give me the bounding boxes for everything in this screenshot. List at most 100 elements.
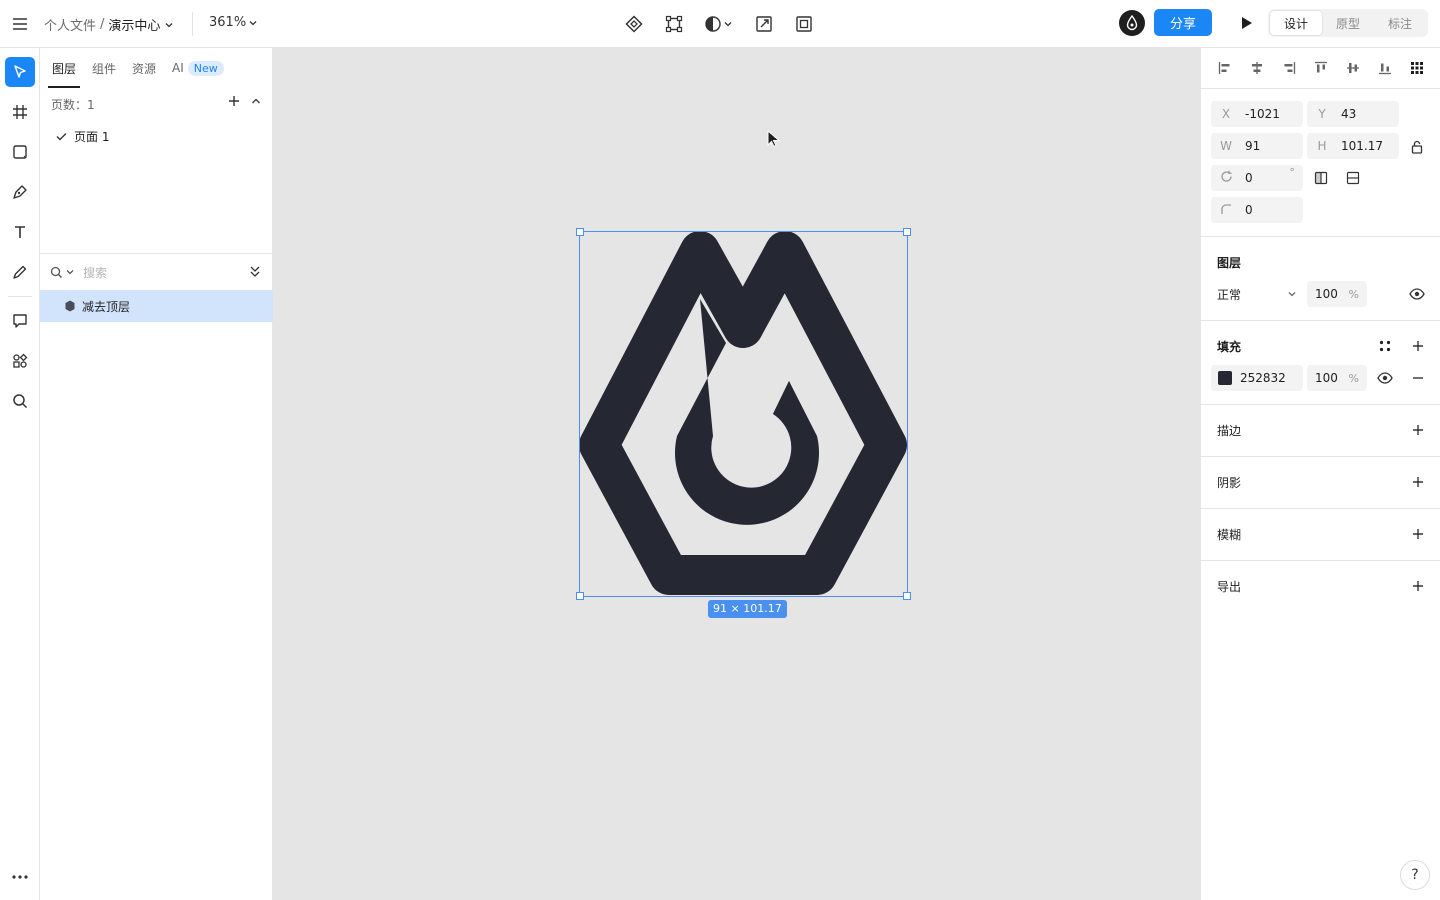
corner-radius-field[interactable]: 0	[1211, 197, 1303, 223]
eye-icon[interactable]	[1407, 284, 1427, 304]
search-input[interactable]: 搜索	[83, 264, 107, 281]
layer-item[interactable]: 减去顶层	[40, 290, 273, 322]
collapse-all-icon[interactable]	[249, 264, 261, 278]
resize-handle[interactable]	[576, 592, 584, 600]
panel-tabs: 图层 组件 资源 AI New	[40, 48, 273, 88]
divider	[1201, 88, 1440, 89]
text-tool-icon[interactable]	[5, 217, 35, 247]
breadcrumb-parent[interactable]: 个人文件	[44, 15, 96, 34]
fill-section-title: 填充	[1217, 340, 1242, 354]
pen-tool-icon[interactable]	[5, 177, 35, 207]
fill-hex-value[interactable]: 252832	[1240, 371, 1286, 385]
frame-tool-icon[interactable]	[5, 97, 35, 127]
add-export-icon[interactable]	[1410, 578, 1426, 594]
tab-annotate[interactable]: 标注	[1374, 11, 1426, 35]
rotation-icon	[1215, 170, 1237, 186]
layer-name: 减去顶层	[82, 299, 131, 314]
align-center-h-icon[interactable]	[1245, 56, 1269, 80]
resize-handle[interactable]	[903, 228, 911, 236]
layer-search[interactable]: 搜索	[40, 258, 273, 286]
user-avatar[interactable]	[1119, 10, 1145, 36]
add-stroke-icon[interactable]	[1410, 422, 1426, 438]
pages-count: 页数：1	[51, 97, 95, 112]
width-field[interactable]: W 91	[1211, 133, 1303, 159]
style-grid-icon[interactable]	[1375, 336, 1395, 356]
tab-ai-label: AI	[172, 61, 184, 75]
align-right-icon[interactable]	[1277, 56, 1301, 80]
h-value[interactable]: 101.17	[1341, 139, 1383, 153]
fill-opacity-field[interactable]: 100 %	[1307, 365, 1367, 391]
search-tool-icon[interactable]	[5, 386, 35, 416]
tab-layers[interactable]: 图层	[44, 48, 84, 88]
play-icon[interactable]	[1236, 12, 1258, 34]
flip-vertical-icon[interactable]	[1343, 168, 1363, 188]
boolean-layer-icon	[65, 300, 75, 312]
align-middle-v-icon[interactable]	[1341, 56, 1365, 80]
divider	[1201, 508, 1440, 509]
boolean-mask-icon[interactable]	[702, 12, 736, 36]
remove-fill-icon[interactable]	[1410, 370, 1426, 386]
tab-prototype[interactable]: 原型	[1322, 11, 1374, 35]
divider	[1201, 560, 1440, 561]
rotation-field[interactable]: 0 °	[1211, 165, 1303, 191]
w-value[interactable]: 91	[1245, 139, 1260, 153]
align-left-icon[interactable]	[1213, 56, 1237, 80]
page-item[interactable]: 页面 1	[40, 124, 273, 148]
resize-handle[interactable]	[576, 228, 584, 236]
height-field[interactable]: H 101.17	[1307, 133, 1399, 159]
chevron-down-icon[interactable]	[164, 20, 174, 30]
rectangle-tool-icon[interactable]	[5, 137, 35, 167]
menu-icon[interactable]	[10, 14, 30, 34]
mode-tabs: 设计 原型 标注	[1268, 9, 1428, 37]
zoom-control[interactable]: 361%	[209, 15, 258, 30]
selection-size-label: 91 × 101.17	[708, 600, 787, 618]
vector-edit-icon[interactable]	[662, 12, 686, 36]
fill-opacity-value[interactable]: 100	[1315, 371, 1338, 385]
frame-crop-icon[interactable]	[792, 12, 816, 36]
layer-opacity-field[interactable]: 100 %	[1307, 281, 1367, 307]
radius-value[interactable]: 0	[1245, 203, 1253, 217]
canvas[interactable]: 91 × 101.17	[273, 48, 1200, 900]
y-field[interactable]: Y 43	[1307, 101, 1399, 127]
blend-mode-select[interactable]: 正常	[1211, 281, 1303, 307]
tab-assets[interactable]: 资源	[124, 48, 164, 88]
tab-ai[interactable]: AI New	[164, 48, 232, 88]
comment-tool-icon[interactable]	[5, 306, 35, 336]
flip-horizontal-icon[interactable]	[1311, 168, 1331, 188]
move-tool-icon[interactable]	[5, 57, 35, 87]
rotation-value[interactable]: 0	[1245, 171, 1253, 185]
divider	[40, 253, 273, 254]
new-badge: New	[187, 60, 224, 76]
x-field[interactable]: X -1021	[1211, 101, 1303, 127]
fill-color-swatch[interactable]	[1218, 371, 1232, 385]
align-top-icon[interactable]	[1309, 56, 1333, 80]
plugins-icon[interactable]	[5, 346, 35, 376]
distribute-grid-icon[interactable]	[1405, 56, 1429, 80]
more-icon[interactable]	[5, 862, 35, 892]
center-toolbar	[622, 12, 816, 36]
edit-export-icon[interactable]	[752, 12, 776, 36]
add-shadow-icon[interactable]	[1410, 474, 1426, 490]
add-fill-icon[interactable]	[1410, 338, 1426, 354]
pencil-tool-icon[interactable]	[5, 257, 35, 287]
add-page-icon[interactable]	[227, 94, 241, 108]
document-title[interactable]: 演示中心	[108, 15, 160, 34]
chevron-down-icon[interactable]	[65, 267, 75, 277]
help-button[interactable]: ?	[1400, 860, 1430, 890]
layer-opacity-value[interactable]: 100	[1315, 287, 1338, 301]
y-value[interactable]: 43	[1341, 107, 1356, 121]
fill-color-field[interactable]: 252832	[1211, 365, 1303, 391]
tab-design[interactable]: 设计	[1270, 11, 1322, 35]
fill-eye-icon[interactable]	[1375, 368, 1395, 388]
resize-handle[interactable]	[903, 592, 911, 600]
tab-components[interactable]: 组件	[84, 48, 124, 88]
component-icon[interactable]	[622, 12, 646, 36]
x-value[interactable]: -1021	[1245, 107, 1280, 121]
share-button[interactable]: 分享	[1154, 9, 1212, 36]
lock-ratio-icon[interactable]	[1407, 137, 1427, 157]
add-blur-icon[interactable]	[1410, 526, 1426, 542]
chevron-up-icon[interactable]	[249, 94, 263, 108]
y-label: Y	[1318, 107, 1326, 121]
design-panel: X -1021 Y 43 W 91 H 101.17 0 ° 0 图层 正常 1…	[1200, 48, 1440, 900]
align-bottom-icon[interactable]	[1373, 56, 1397, 80]
